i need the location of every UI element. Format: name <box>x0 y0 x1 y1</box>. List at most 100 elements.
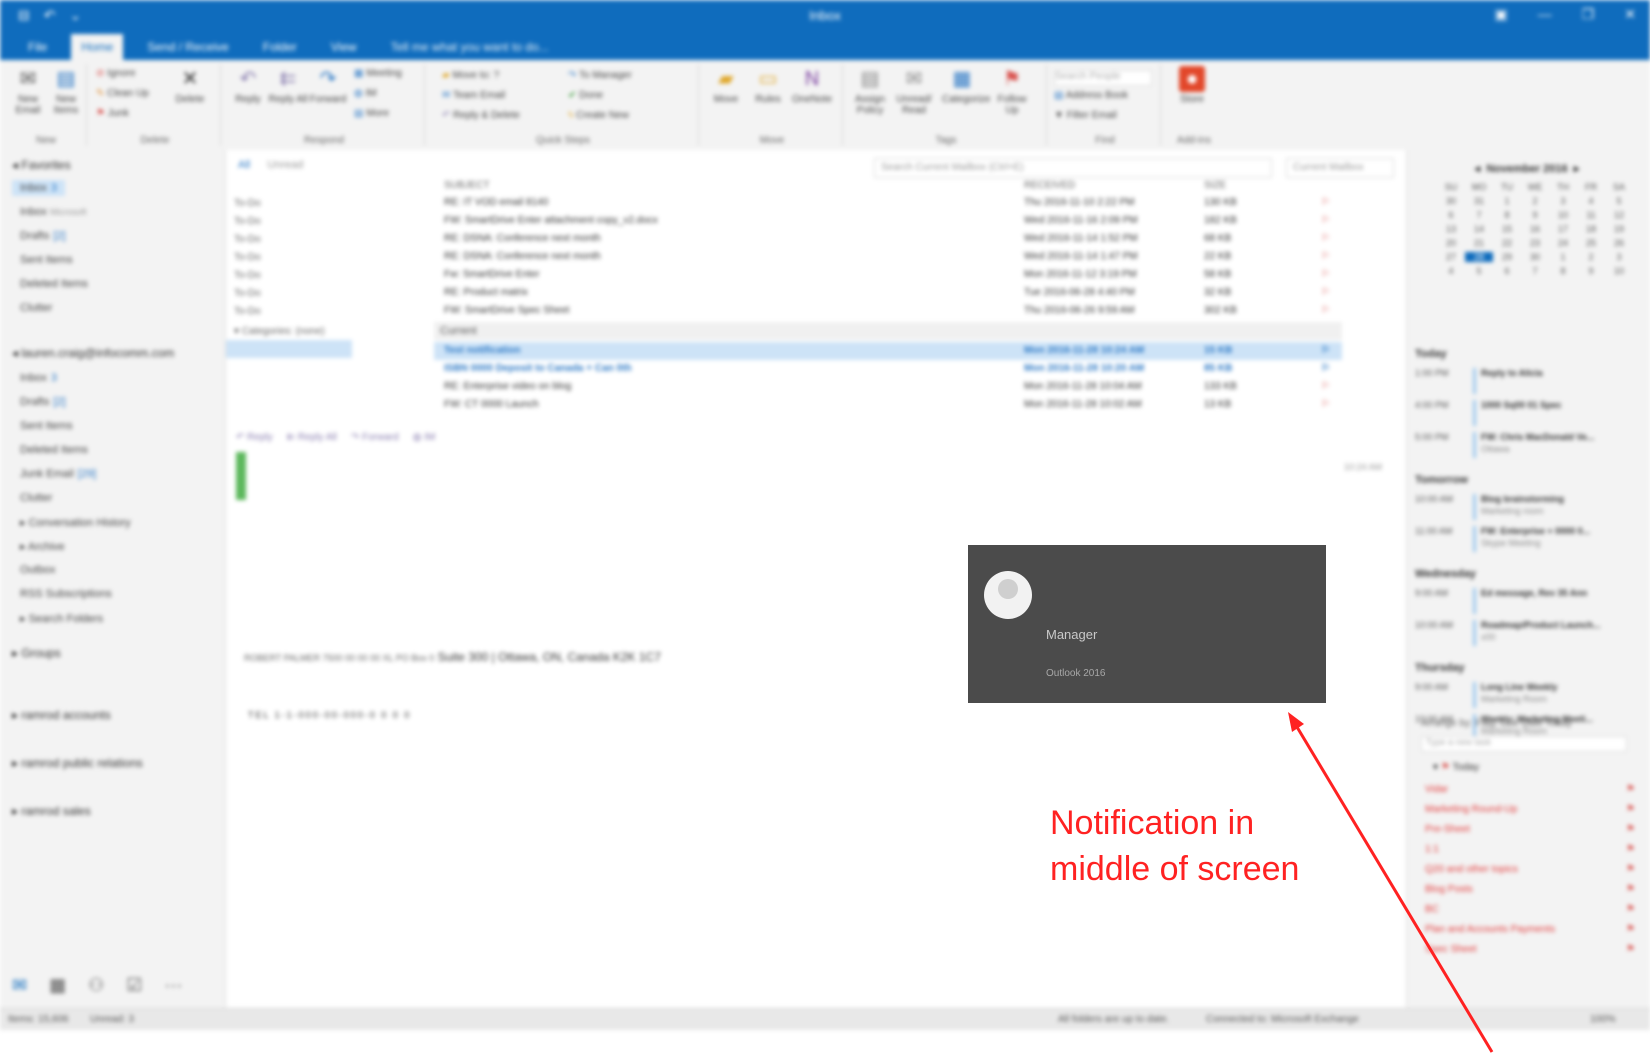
move-button[interactable]: ▰ Move <box>706 66 746 105</box>
column-received[interactable]: RECEIVED <box>1024 180 1075 191</box>
tab-folder[interactable]: Folder <box>253 34 307 60</box>
calendar-day[interactable]: 8 <box>1493 210 1521 220</box>
more-respond-button[interactable]: ▤ More <box>354 108 389 119</box>
sidebar-item-search-folders[interactable]: ▸ Search Folders <box>20 612 103 625</box>
calendar-day[interactable]: 8 <box>1549 266 1577 276</box>
calendar-day[interactable]: 6 <box>1437 210 1465 220</box>
tab-send-receive[interactable]: Send / Receive <box>137 34 238 60</box>
flag-icon[interactable]: ⚐ <box>1321 305 1330 316</box>
calendar-day[interactable]: 7 <box>1465 210 1493 220</box>
calendar-day[interactable]: 27 <box>1437 252 1465 262</box>
reply-all-button[interactable]: ⇇ Reply All <box>268 66 308 105</box>
ribbon-display-icon[interactable]: ▣ <box>1494 6 1507 23</box>
address-book-button[interactable]: ▤ Address Book <box>1054 90 1128 101</box>
calendar-day[interactable]: 12 <box>1605 210 1633 220</box>
quick-step-to-manager[interactable]: ↷ To Manager <box>568 70 632 81</box>
sidebar-item-sent[interactable]: Sent Items <box>20 420 73 432</box>
calendar-day[interactable]: 1 <box>1549 252 1577 262</box>
table-row[interactable]: RE: Product matrix Tue 2016-06-28 4:40 PM… <box>434 284 1342 302</box>
table-row[interactable]: FW: SmartDrive Spec Sheet Thu 2016-06-26 … <box>434 302 1342 320</box>
categorize-button[interactable]: ▦ Categorize <box>942 66 990 105</box>
search-people-input[interactable]: Search People <box>1054 70 1152 86</box>
task-group-today[interactable]: ▾ ⚑ Today <box>1433 762 1479 773</box>
table-row[interactable]: RE: Enterprise video on blog Mon 2016-11-… <box>434 378 1342 396</box>
calendar-day[interactable]: 7 <box>1521 266 1549 276</box>
calendar-day[interactable]: 14 <box>1465 224 1493 234</box>
task-item[interactable]: Marketing Round-Up ⚑ <box>1425 804 1635 815</box>
calendar-day[interactable]: 19 <box>1605 224 1633 234</box>
prev-month-icon[interactable]: ◂ <box>1475 163 1481 175</box>
account-ramrod-sales[interactable]: ▸ ramrod sales <box>12 804 91 818</box>
task-flag-icon[interactable]: ⚑ <box>1626 784 1635 795</box>
reading-forward-button[interactable]: ↷ Forward <box>351 432 399 443</box>
calendar-day[interactable]: 16 <box>1521 224 1549 234</box>
tasks-icon[interactable]: ☑ <box>126 975 142 996</box>
quick-step-move-to[interactable]: ▰ Move to: ? <box>442 70 499 81</box>
account-ramrod-public-relations[interactable]: ▸ ramrod public relations <box>12 756 143 770</box>
flag-icon[interactable]: ⚐ <box>1321 363 1330 374</box>
task-flag-icon[interactable]: ⚑ <box>1626 904 1635 915</box>
task-item[interactable]: Vidar ⚑ <box>1425 784 1635 795</box>
quick-step-team-email[interactable]: ✉ Team Email <box>442 90 505 101</box>
calendar-day[interactable]: 18 <box>1577 224 1605 234</box>
sidebar-item-clutter[interactable]: Clutter <box>20 492 52 504</box>
reply-button[interactable]: ↶ Reply <box>228 66 268 105</box>
tab-home[interactable]: Home <box>71 34 124 60</box>
tell-me-search[interactable]: Tell me what you want to do... <box>381 34 559 60</box>
im-button[interactable]: ◍ IM <box>354 88 377 99</box>
new-items-button[interactable]: ▤ New Items <box>46 66 86 116</box>
task-item[interactable]: Plan and Accounts Payments ⚑ <box>1425 924 1635 935</box>
task-flag-icon[interactable]: ⚑ <box>1626 884 1635 895</box>
favorites-header[interactable]: ◂ Favorites <box>12 158 71 172</box>
quick-step-reply-delete[interactable]: ↶ Reply & Delete <box>442 110 520 121</box>
calendar-day[interactable]: 5 <box>1605 196 1633 206</box>
reading-reply-button[interactable]: ↶ Reply <box>236 432 273 443</box>
calendar-day[interactable]: 9 <box>1577 266 1605 276</box>
sidebar-item-inbox-2[interactable]: Inbox Microsoft <box>20 206 87 218</box>
sidebar-item-deleted[interactable]: Deleted Items <box>20 444 88 456</box>
task-arrange-by[interactable]: Arrange by: Flag: Due Date Today <box>1421 718 1572 729</box>
sidebar-item-archive[interactable]: ▸ Archive <box>20 540 65 553</box>
tab-file[interactable]: File <box>18 34 57 60</box>
flag-icon[interactable]: ⚐ <box>1321 197 1330 208</box>
store-button[interactable]: ● Store <box>1172 66 1212 105</box>
calendar-day[interactable]: 21 <box>1465 238 1493 248</box>
column-size[interactable]: SIZE <box>1204 180 1226 191</box>
calendar-day[interactable]: 20 <box>1437 238 1465 248</box>
table-row[interactable]: FW: SmartDrive Enter attachment copy_v2.… <box>434 212 1342 230</box>
sidebar-item-clutter-favorite[interactable]: Clutter <box>20 302 52 314</box>
calendar-day[interactable]: 15 <box>1493 224 1521 234</box>
new-email-button[interactable]: ✉ New Email <box>8 66 48 116</box>
minimize-icon[interactable]: — <box>1538 6 1552 23</box>
onenote-button[interactable]: N OneNote <box>792 66 832 105</box>
calendar-day[interactable]: 30 <box>1521 252 1549 262</box>
flag-icon[interactable]: ⚐ <box>1321 251 1330 262</box>
task-item[interactable]: Spec Sheet ⚑ <box>1425 944 1635 955</box>
calendar-day[interactable]: 31 <box>1465 196 1493 206</box>
tab-view[interactable]: View <box>321 34 367 60</box>
calendar-day[interactable]: 25 <box>1577 238 1605 248</box>
sidebar-item-inbox-favorite[interactable]: Inbox 3 <box>12 180 66 196</box>
reading-im-button[interactable]: ◍ IM <box>413 432 436 443</box>
calendar-day[interactable]: 30 <box>1437 196 1465 206</box>
more-modules-icon[interactable]: ··· <box>164 975 182 996</box>
table-row[interactable]: FW: CT 0000 Launch Mon 2016-11-28 10:02 A… <box>434 396 1342 414</box>
forward-button[interactable]: ↷ Forward <box>308 66 348 105</box>
calendar-day[interactable]: 2 <box>1577 252 1605 262</box>
mail-search-input[interactable]: Search Current Mailbox (Ctrl+E) <box>874 158 1272 178</box>
calendar-day[interactable]: 10 <box>1549 210 1577 220</box>
sidebar-item-conversation-history[interactable]: ▸ Conversation History <box>20 516 131 529</box>
flag-icon[interactable]: ⚐ <box>1321 399 1330 410</box>
groups-header[interactable]: ▸ Groups <box>12 646 61 660</box>
flag-icon[interactable]: ⚐ <box>1321 345 1330 356</box>
close-icon[interactable]: ✕ <box>1624 6 1636 23</box>
mail-icon[interactable]: ✉ <box>12 975 27 996</box>
meeting-button[interactable]: ▦ Meeting <box>354 68 402 79</box>
notification-toast[interactable]: Manager Outlook 2016 <box>968 545 1326 703</box>
task-flag-icon[interactable]: ⚑ <box>1626 864 1635 875</box>
sidebar-item-drafts-favorite[interactable]: Drafts [2] <box>20 230 66 242</box>
table-row[interactable]: ISBN 0000 Deposit to Canada + Can 0th Mon… <box>434 360 1342 378</box>
task-flag-icon[interactable]: ⚑ <box>1626 924 1635 935</box>
account-header[interactable]: ◂ lauren.craig@infocomm.com <box>12 346 174 360</box>
calendar-day[interactable]: 4 <box>1437 266 1465 276</box>
